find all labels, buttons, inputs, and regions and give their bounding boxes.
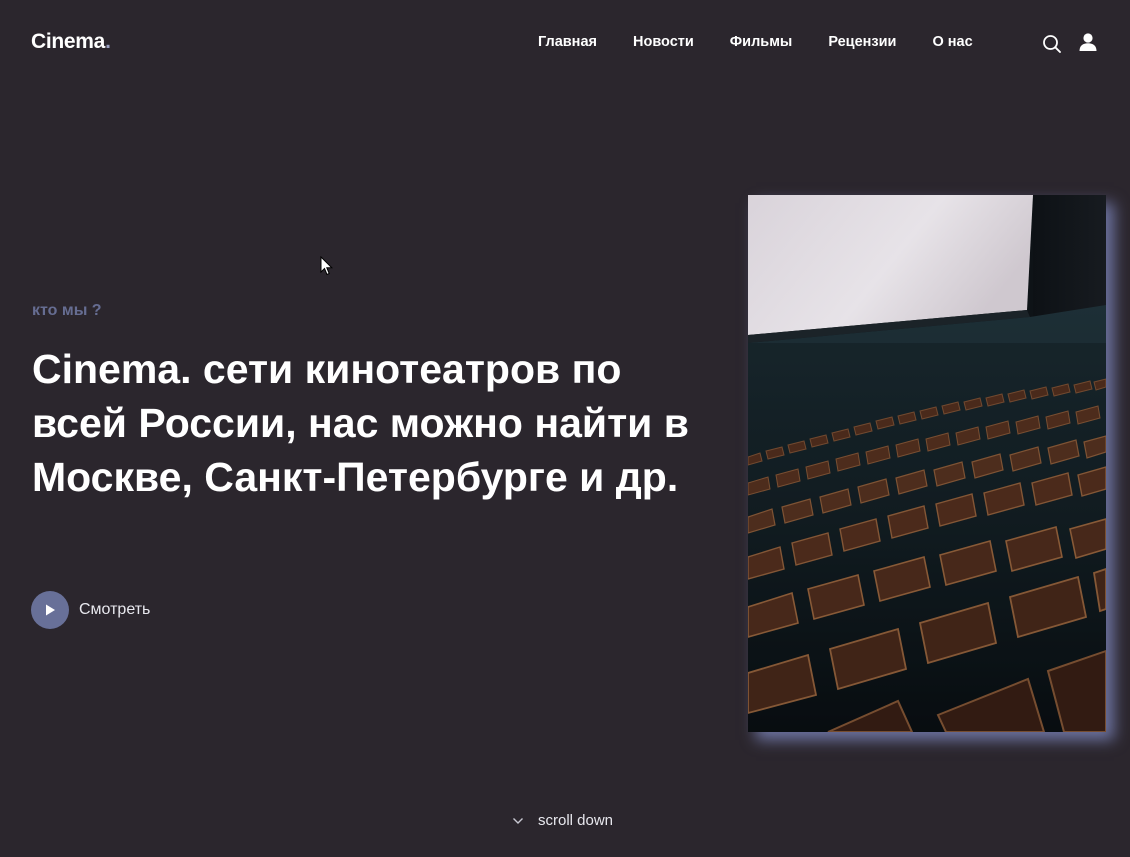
scroll-down-label[interactable]: scroll down (538, 812, 613, 829)
mouse-cursor-icon (320, 255, 334, 276)
nav-item-reviews[interactable]: Рецензии (828, 34, 896, 50)
watch-button[interactable]: Смотреть (31, 591, 150, 629)
site-logo[interactable]: Cinema. (31, 30, 111, 54)
play-icon[interactable] (31, 591, 69, 629)
chevron-down-icon (513, 817, 523, 824)
scroll-down-link[interactable]: scroll down (512, 812, 613, 829)
nav-item-home[interactable]: Главная (538, 34, 597, 50)
nav-item-news[interactable]: Новости (633, 34, 694, 50)
site-header: Cinema. Главная Новости Фильмы Рецензии … (0, 0, 1130, 86)
nav-item-about[interactable]: О нас (932, 34, 972, 50)
user-icon[interactable] (1078, 32, 1098, 52)
section-eyebrow: кто мы ? (32, 302, 102, 319)
hero-headline: Cinema. сети кинотеатров по всей России,… (32, 346, 689, 500)
main-nav: Главная Новости Фильмы Рецензии О нас (538, 34, 1009, 50)
search-icon[interactable] (1042, 34, 1062, 54)
nav-item-films[interactable]: Фильмы (730, 34, 793, 50)
watch-label[interactable]: Смотреть (79, 601, 150, 619)
cinema-hall-image (748, 195, 1106, 732)
